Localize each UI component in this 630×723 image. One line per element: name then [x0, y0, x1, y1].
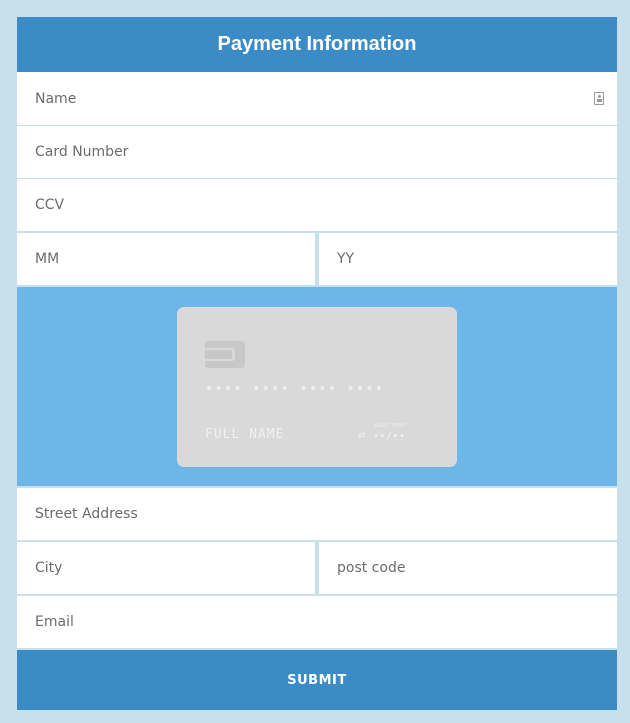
valid-thru-label: VALID THRU	[373, 423, 407, 429]
card-number-field[interactable]	[17, 126, 617, 178]
ccv-input[interactable]	[35, 197, 617, 213]
street-field[interactable]	[17, 488, 617, 540]
chip-icon	[205, 341, 245, 368]
payment-form: Payment Information •••• •••• •••• •••• …	[17, 17, 617, 710]
year-input[interactable]	[337, 251, 617, 267]
form-header: Payment Information	[17, 17, 617, 72]
ccv-field[interactable]	[17, 179, 617, 231]
form-title: Payment Information	[217, 33, 417, 55]
name-field[interactable]	[17, 72, 617, 125]
city-field[interactable]	[17, 542, 315, 594]
city-input[interactable]	[35, 560, 315, 576]
email-field[interactable]	[17, 596, 617, 648]
card-expiry-preview: ••/••	[373, 431, 406, 442]
street-input[interactable]	[35, 506, 617, 522]
month-field[interactable]	[17, 233, 315, 285]
card-number-preview: •••• •••• •••• ••••	[205, 381, 385, 397]
month-input[interactable]	[35, 251, 315, 267]
contact-card-icon[interactable]	[594, 92, 604, 105]
valid-arrow-icon: ⇄	[358, 431, 366, 441]
card-name-preview: FULL NAME	[205, 427, 285, 442]
email-input[interactable]	[35, 614, 617, 630]
submit-button[interactable]: SUBMIT	[17, 650, 617, 710]
post-code-input[interactable]	[337, 560, 617, 576]
card-preview-area: •••• •••• •••• •••• FULL NAME VALID THRU…	[17, 287, 617, 486]
name-input[interactable]	[35, 90, 617, 107]
credit-card-preview: •••• •••• •••• •••• FULL NAME VALID THRU…	[177, 307, 457, 467]
card-number-input[interactable]	[35, 144, 617, 160]
year-field[interactable]	[319, 233, 617, 285]
post-code-field[interactable]	[319, 542, 617, 594]
